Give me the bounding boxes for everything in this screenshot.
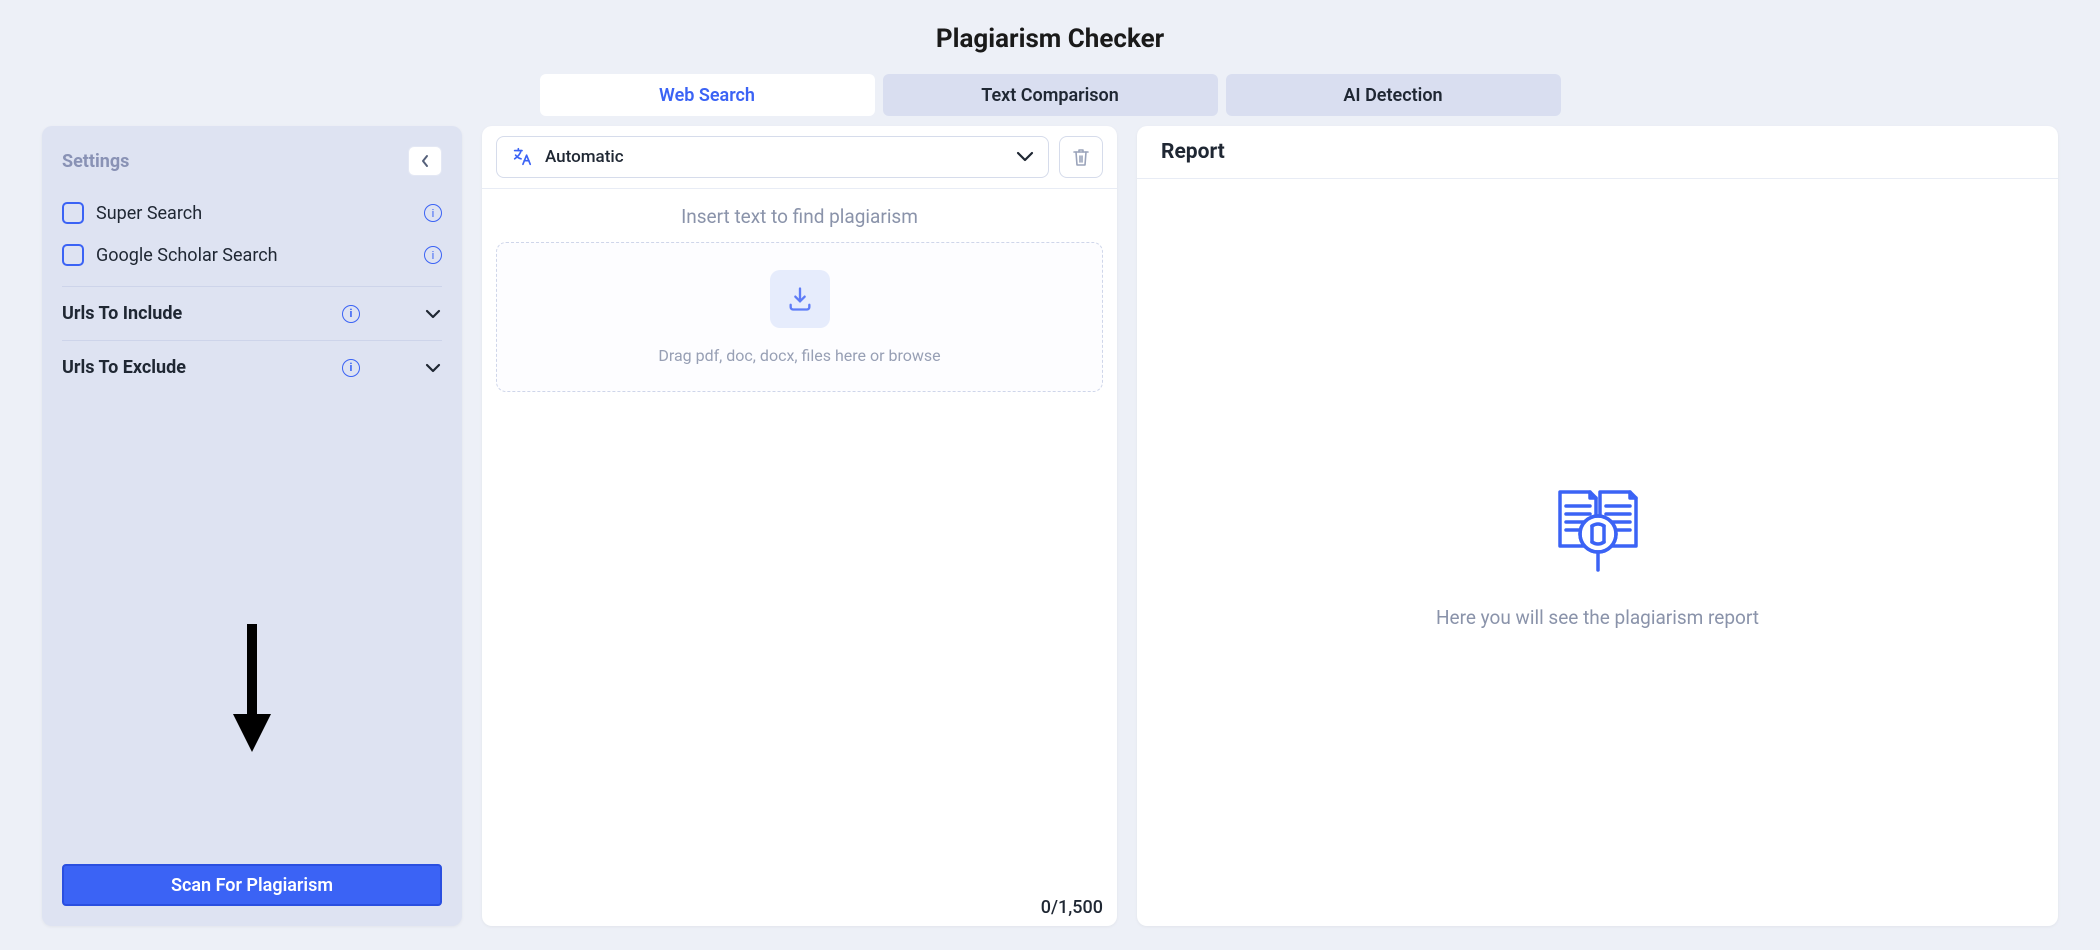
report-title: Report [1137,126,2058,179]
tab-web-search[interactable]: Web Search [540,74,875,116]
report-placeholder-icon [1548,476,1648,576]
tabs: Web Search Text Comparison AI Detection [0,66,2100,126]
urls-include-label: Urls To Include [62,303,182,324]
urls-exclude-left: Urls To Exclude [62,357,186,378]
google-scholar-checkbox[interactable] [62,244,84,266]
urls-exclude-label: Urls To Exclude [62,357,186,378]
language-select[interactable]: Automatic [496,136,1049,178]
editor-panel: Automatic Insert text to find plagiarism… [482,126,1117,926]
arrow-annotation-icon [229,624,275,754]
chevron-left-icon [420,154,430,168]
translate-icon [511,146,533,168]
info-icon[interactable]: i [342,305,360,323]
editor-instruction: Insert text to find plagiarism [482,189,1117,242]
urls-include-left: Urls To Include [62,303,182,324]
chevron-down-icon [424,305,442,323]
info-icon[interactable]: i [424,204,442,222]
trash-icon [1072,147,1090,167]
char-counter: 0/1,500 [1041,897,1103,918]
super-search-row: Super Search i [62,192,442,234]
tab-text-comparison[interactable]: Text Comparison [883,74,1218,116]
editor-toolbar: Automatic [482,126,1117,189]
file-dropzone[interactable]: Drag pdf, doc, docx, files here or brows… [496,242,1103,392]
tab-ai-detection[interactable]: AI Detection [1226,74,1561,116]
super-search-checkbox[interactable] [62,202,84,224]
report-panel: Report [1137,126,2058,926]
main-layout: Settings Super Search i Google Scholar S… [0,126,2100,946]
info-icon[interactable]: i [424,246,442,264]
page-header: Plagiarism Checker [0,0,2100,66]
scan-for-plagiarism-button[interactable]: Scan For Plagiarism [62,864,442,906]
sidebar-header: Settings [62,146,442,176]
super-search-label: Super Search [96,203,202,224]
settings-sidebar: Settings Super Search i Google Scholar S… [42,126,462,926]
clear-text-button[interactable] [1059,136,1103,178]
settings-title: Settings [62,151,129,172]
urls-include-accordion[interactable]: Urls To Include i [62,286,442,340]
sidebar-spacer [62,394,442,864]
language-label: Automatic [545,147,624,167]
dropzone-text: Drag pdf, doc, docx, files here or brows… [658,346,940,365]
google-scholar-label: Google Scholar Search [96,245,278,266]
page-title: Plagiarism Checker [0,24,2100,54]
collapse-sidebar-button[interactable] [408,146,442,176]
report-empty-text: Here you will see the plagiarism report [1436,606,1759,629]
info-icon[interactable]: i [342,359,360,377]
urls-exclude-accordion[interactable]: Urls To Exclude i [62,340,442,394]
report-empty-state: Here you will see the plagiarism report [1137,179,2058,926]
chevron-down-icon [1016,151,1034,163]
chevron-down-icon [424,359,442,377]
upload-icon [770,270,830,328]
google-scholar-row: Google Scholar Search i [62,234,442,276]
